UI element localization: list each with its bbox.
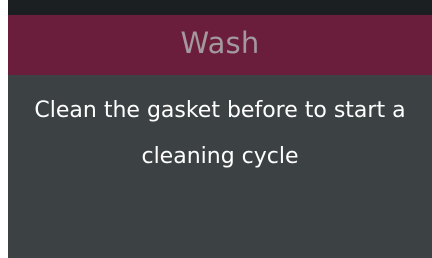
device-frame: Wash Clean the gasket before to start a … bbox=[0, 0, 432, 258]
display-screen: Wash Clean the gasket before to start a … bbox=[8, 0, 432, 258]
instruction-message: Clean the gasket before to start a clean… bbox=[8, 88, 432, 180]
top-status-bar bbox=[8, 0, 432, 15]
message-line-1: Clean the gasket before to start a bbox=[34, 98, 406, 123]
message-line-2: cleaning cycle bbox=[141, 144, 299, 169]
header-bar: Wash bbox=[8, 15, 432, 75]
page-title: Wash bbox=[180, 26, 260, 60]
